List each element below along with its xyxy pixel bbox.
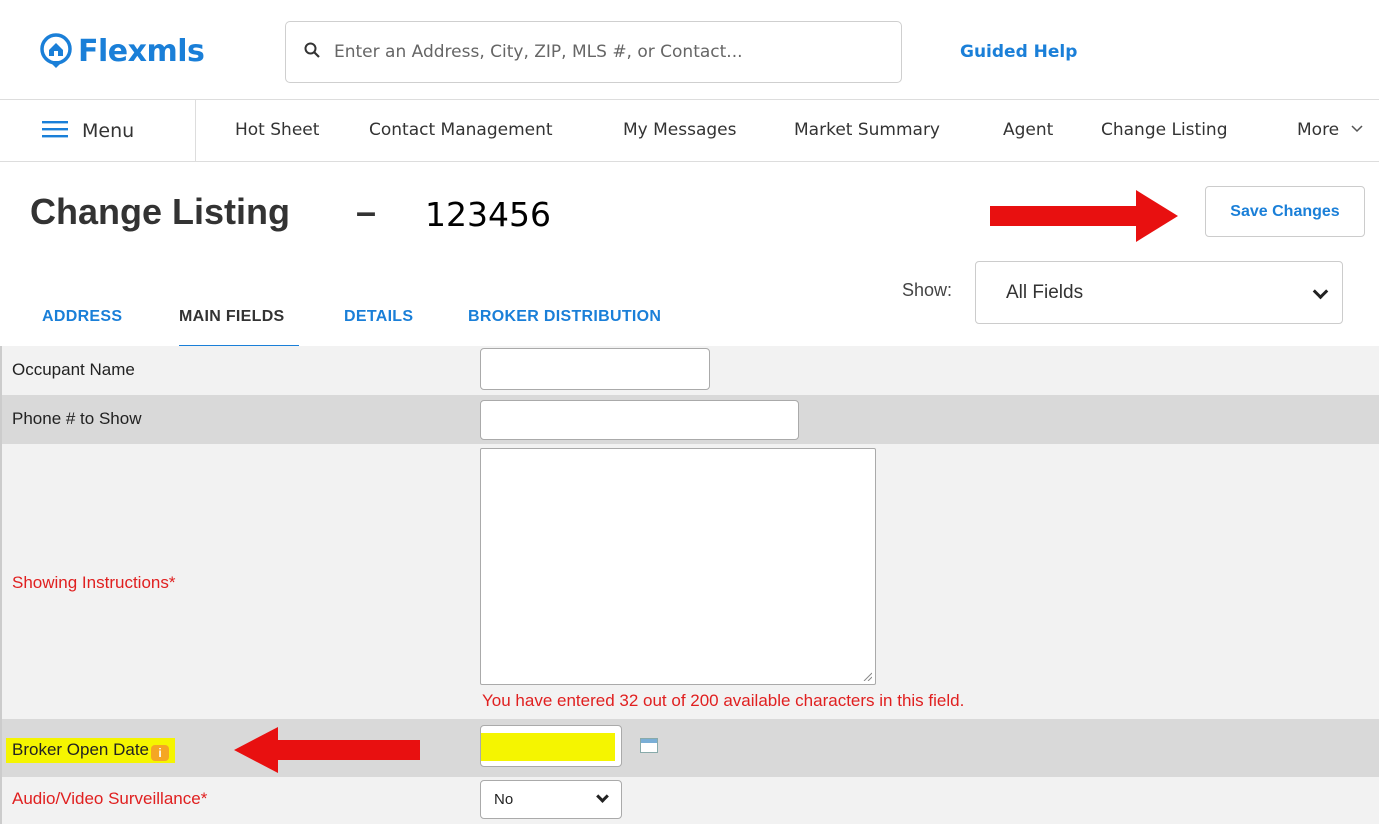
broker-open-date-input[interactable] [480, 725, 622, 767]
search-icon [304, 42, 320, 63]
resize-grip-icon[interactable] [862, 671, 872, 681]
listing-number: 123456 [425, 195, 551, 234]
showing-instructions-textarea[interactable] [480, 448, 876, 685]
nav-my-messages[interactable]: My Messages [623, 120, 737, 140]
row-showing-instructions: Showing Instructions* [2, 444, 1379, 719]
nav-contact-management[interactable]: Contact Management [369, 120, 553, 140]
broker-open-date-label: Broker Open Date i [6, 738, 176, 763]
page-title: Change Listing [30, 191, 290, 232]
hamburger-icon [42, 120, 68, 143]
nav-hot-sheet[interactable]: Hot Sheet [235, 120, 319, 140]
nav-more-label: More [1297, 120, 1340, 140]
info-icon[interactable]: i [151, 745, 170, 761]
main-nav: Menu Hot Sheet Contact Management My Mes… [0, 100, 1379, 162]
char-count-hint: You have entered 32 out of 200 available… [482, 691, 965, 710]
broker-open-date-text: Broker Open Date [12, 740, 150, 759]
red-arrow-save [990, 190, 1178, 242]
audio-video-label: Audio/Video Surveillance* [12, 789, 208, 808]
menu-label: Menu [82, 120, 135, 142]
red-arrow-broker-open-date [234, 727, 420, 773]
occupant-name-label: Occupant Name [12, 360, 135, 379]
guided-help-link[interactable]: Guided Help [960, 42, 1077, 62]
row-occupant-name: Occupant Name [2, 346, 1379, 395]
menu-button[interactable]: Menu [0, 100, 196, 162]
tab-main-fields[interactable]: MAIN FIELDS [179, 308, 285, 326]
chevron-down-icon [596, 790, 609, 803]
phone-to-show-input[interactable] [480, 400, 799, 440]
logo-text: Flexmls [78, 33, 205, 69]
calendar-icon[interactable] [640, 738, 658, 753]
show-selected-value: All Fields [1006, 281, 1084, 303]
home-pin-icon [38, 33, 74, 69]
show-fields-select[interactable]: All Fields [975, 261, 1343, 324]
row-phone-to-show: Phone # to Show [2, 395, 1379, 444]
row-broker-open-date: Broker Open Date i [2, 719, 1379, 777]
tab-details[interactable]: DETAILS [344, 308, 413, 326]
search-placeholder: Enter an Address, City, ZIP, MLS #, or C… [334, 42, 743, 62]
occupant-name-input[interactable] [480, 348, 710, 390]
nav-more[interactable]: More [1297, 120, 1363, 140]
show-label: Show: [902, 280, 953, 300]
save-changes-button[interactable]: Save Changes [1205, 186, 1365, 237]
date-highlight [481, 733, 615, 761]
chevron-down-icon [1351, 125, 1363, 133]
nav-agent[interactable]: Agent [1003, 120, 1053, 140]
audio-video-value: No [494, 791, 514, 808]
tab-broker-distribution[interactable]: BROKER DISTRIBUTION [468, 308, 661, 326]
nav-market-summary[interactable]: Market Summary [794, 120, 940, 140]
showing-instructions-label: Showing Instructions* [12, 573, 176, 592]
main-fields-form: Occupant Name Phone # to Show Showing In… [0, 346, 1379, 824]
top-header: Flexmls Enter an Address, City, ZIP, MLS… [0, 0, 1379, 100]
phone-to-show-label: Phone # to Show [12, 409, 142, 428]
tab-address[interactable]: ADDRESS [42, 308, 122, 326]
title-dash: – [356, 191, 377, 232]
chevron-down-icon [1312, 283, 1329, 300]
audio-video-select[interactable]: No [480, 780, 622, 819]
nav-change-listing[interactable]: Change Listing [1101, 120, 1228, 140]
search-input[interactable]: Enter an Address, City, ZIP, MLS #, or C… [285, 21, 902, 83]
flexmls-logo[interactable]: Flexmls [38, 26, 205, 76]
row-audio-video: Audio/Video Surveillance* [2, 777, 1379, 824]
